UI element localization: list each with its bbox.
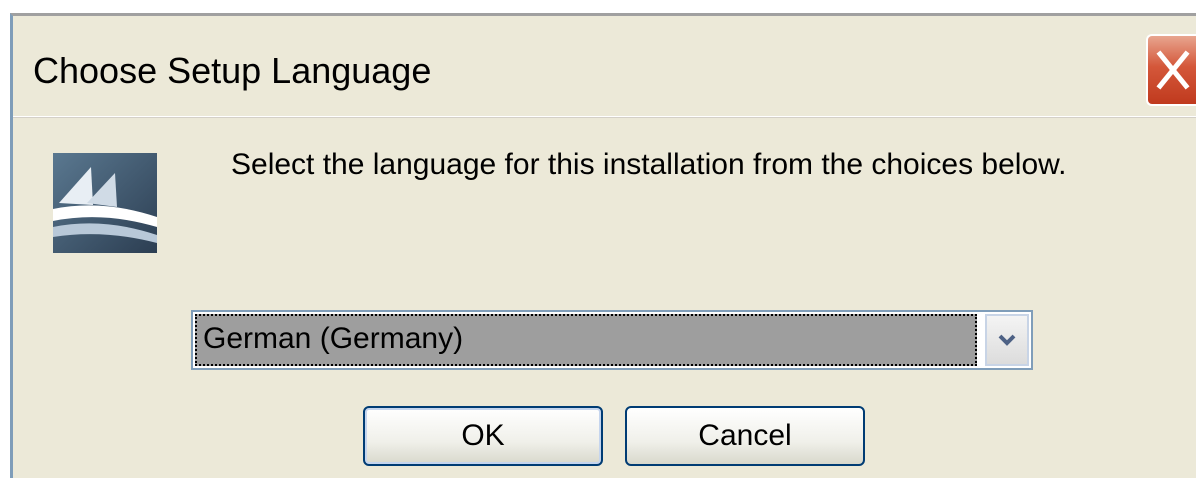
title-bar[interactable]: Choose Setup Language [13, 16, 1196, 117]
chevron-down-icon [998, 334, 1016, 346]
installer-logo-icon [53, 153, 157, 253]
dropdown-button[interactable] [985, 314, 1029, 366]
ok-button[interactable]: OK [363, 406, 603, 466]
window-title: Choose Setup Language [33, 50, 432, 91]
instruction-text: Select the language for this installatio… [231, 148, 1067, 181]
setup-language-dialog: Choose Setup Language Select the languag… [10, 13, 1196, 478]
close-icon [1156, 50, 1190, 90]
close-button[interactable] [1146, 34, 1196, 106]
language-select[interactable]: German (Germany) [191, 310, 1033, 370]
language-select-value[interactable]: German (Germany) [195, 314, 977, 366]
cancel-button[interactable]: Cancel [625, 406, 865, 466]
